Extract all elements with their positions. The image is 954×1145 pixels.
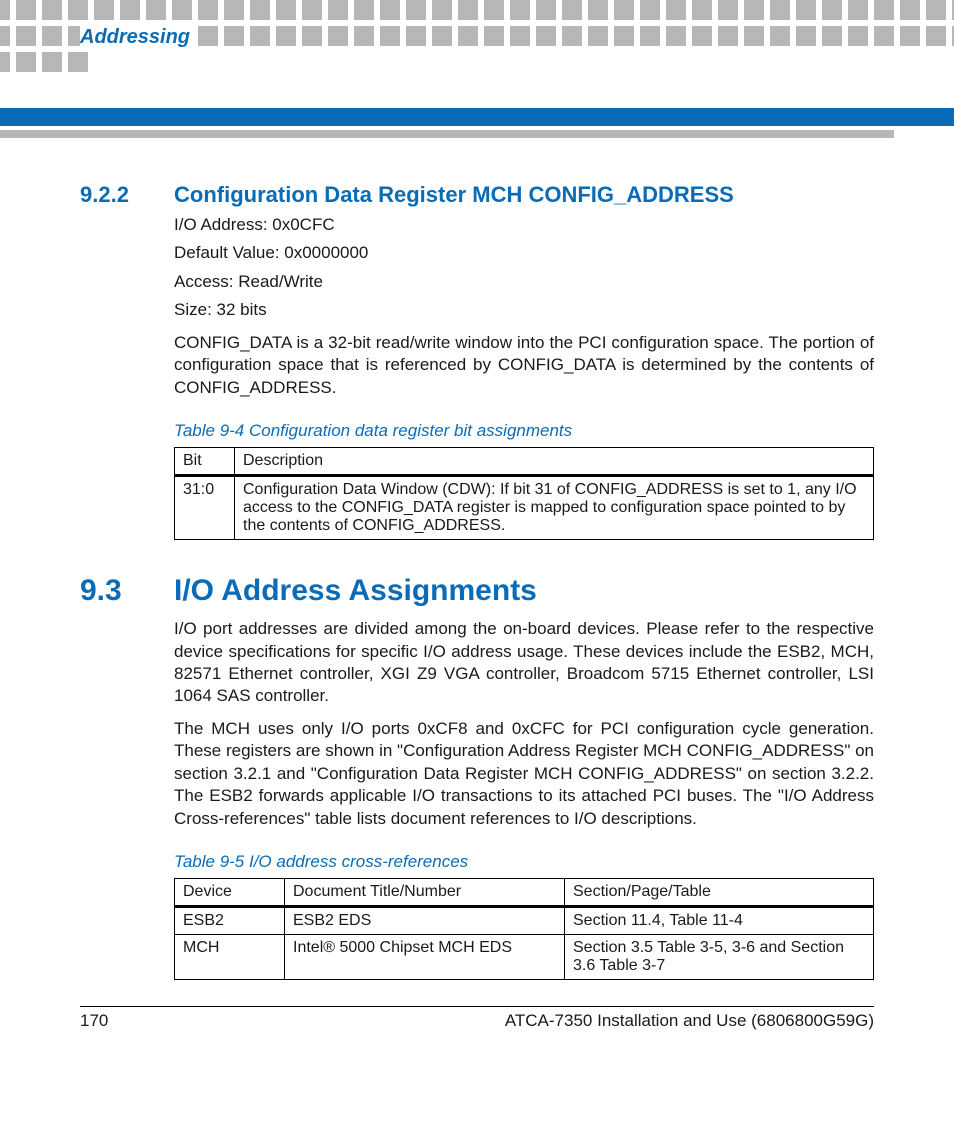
table-cell: ESB2 — [175, 907, 285, 935]
gray-divider — [0, 130, 894, 138]
size-line: Size: 32 bits — [174, 299, 874, 321]
page-number: 170 — [80, 1011, 108, 1031]
table-row: 31:0 Configuration Data Window (CDW): If… — [175, 476, 874, 540]
table-cell: Section 11.4, Table 11-4 — [565, 907, 874, 935]
section-number: 9.2.2 — [80, 182, 142, 208]
section-heading-9-2-2: 9.2.2 Configuration Data Register MCH CO… — [80, 182, 874, 208]
table-9-4-caption: Table 9-4 Configuration data register bi… — [174, 421, 874, 441]
table-header: Device — [175, 879, 285, 907]
table-cell: Section 3.5 Table 3-5, 3-6 and Section 3… — [565, 935, 874, 980]
chapter-title: Addressing — [80, 26, 196, 49]
section-paragraph: I/O port addresses are divided among the… — [174, 618, 874, 708]
blue-divider — [0, 108, 954, 126]
table-row: ESB2 ESB2 EDS Section 11.4, Table 11-4 — [175, 907, 874, 935]
default-value-line: Default Value: 0x0000000 — [174, 242, 874, 264]
section-title: I/O Address Assignments — [174, 574, 537, 608]
section-heading-9-3: 9.3 I/O Address Assignments — [80, 574, 874, 608]
doc-title-footer: ATCA-7350 Installation and Use (6806800G… — [505, 1011, 874, 1031]
table-header: Bit — [175, 448, 235, 476]
table-9-5: Device Document Title/Number Section/Pag… — [174, 878, 874, 980]
table-cell: 31:0 — [175, 476, 235, 540]
section-title: Configuration Data Register MCH CONFIG_A… — [174, 182, 734, 208]
access-line: Access: Read/Write — [174, 271, 874, 293]
table-cell: Intel® 5000 Chipset MCH EDS — [285, 935, 565, 980]
page-footer: 170 ATCA-7350 Installation and Use (6806… — [80, 1006, 874, 1031]
table-cell: MCH — [175, 935, 285, 980]
table-9-4: Bit Description 31:0 Configuration Data … — [174, 447, 874, 540]
table-9-5-caption: Table 9-5 I/O address cross-references — [174, 852, 874, 872]
header-decoration: Addressing — [0, 0, 954, 90]
io-address-line: I/O Address: 0x0CFC — [174, 214, 874, 236]
section-number: 9.3 — [80, 574, 142, 608]
table-header: Document Title/Number — [285, 879, 565, 907]
table-cell: ESB2 EDS — [285, 907, 565, 935]
section-paragraph: The MCH uses only I/O ports 0xCF8 and 0x… — [174, 718, 874, 830]
table-row: MCH Intel® 5000 Chipset MCH EDS Section … — [175, 935, 874, 980]
table-header: Section/Page/Table — [565, 879, 874, 907]
section-paragraph: CONFIG_DATA is a 32-bit read/write windo… — [174, 332, 874, 399]
table-header: Description — [235, 448, 874, 476]
table-cell: Configuration Data Window (CDW): If bit … — [235, 476, 874, 540]
